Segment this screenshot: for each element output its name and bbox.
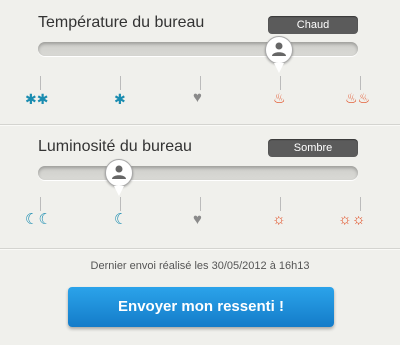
luminosity-slider-thumb[interactable] [105,159,133,196]
luminosity-tick [40,197,41,211]
last-sent-text: Dernier envoi réalisé les 30/05/2012 à 1… [90,260,310,272]
temperature-tick [280,76,281,90]
temperature-tick [40,76,41,90]
sun-double-icon[interactable]: ☼☼ [338,212,366,227]
temperature-status-badge: Chaud [268,16,358,34]
temperature-tick [360,76,361,90]
temperature-slider-track[interactable] [38,42,358,56]
temperature-slider-thumb[interactable] [265,36,293,73]
luminosity-status-badge: Sombre [268,139,358,157]
luminosity-title: Luminosité du bureau [38,138,192,155]
flame-icon[interactable]: ♨ [273,91,286,105]
user-icon [112,165,126,179]
moon-double-icon[interactable]: ☾☾ [25,212,52,227]
luminosity-tick [360,197,361,211]
snowflake-icon[interactable]: ✱ [114,92,126,106]
temperature-section: Température du bureau Chaud ✱✱ ✱ ♥ ♨ ♨♨ [0,0,400,120]
luminosity-section: Luminosité du bureau Sombre ☾☾ ☾ ♥ ☼ ☼☼ [0,125,400,245]
luminosity-tick [120,197,121,211]
temperature-title: Température du bureau [38,14,205,31]
luminosity-slider-track[interactable] [38,166,358,180]
temperature-tick [200,76,201,90]
luminosity-tick [280,197,281,211]
heart-icon[interactable]: ♥ [193,212,202,227]
send-feedback-button[interactable]: Envoyer mon ressenti ! [68,287,334,327]
section-divider [0,248,400,250]
luminosity-tick [200,197,201,211]
sun-icon[interactable]: ☼ [272,212,286,227]
moon-icon[interactable]: ☾ [114,212,127,227]
heart-icon[interactable]: ♥ [193,90,202,105]
user-icon [272,42,286,56]
temperature-tick [120,76,121,90]
snowflake-double-icon[interactable]: ✱✱ [25,92,48,106]
flame-double-icon[interactable]: ♨♨ [345,91,370,105]
